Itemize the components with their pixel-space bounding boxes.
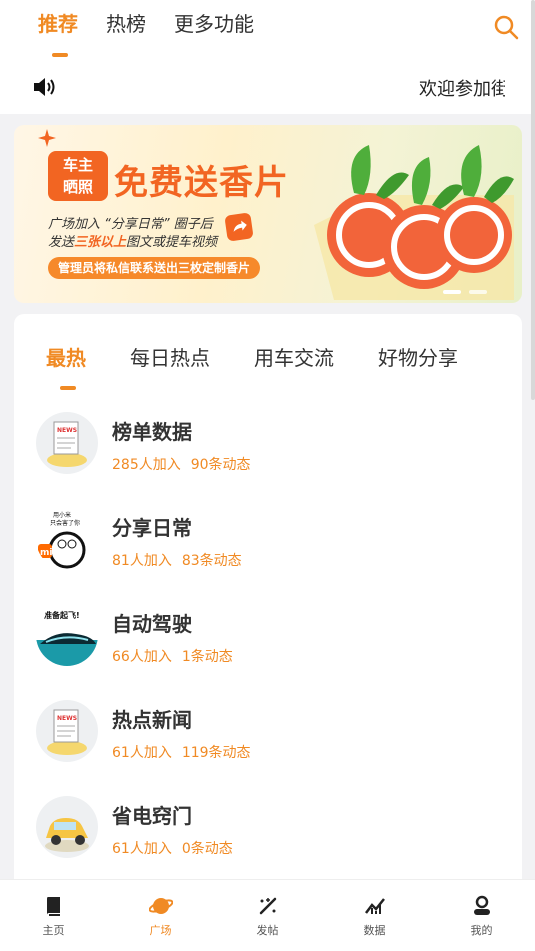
newspaper-icon: NEWS [36, 412, 98, 474]
circles-card: 最热 每日热点 用车交流 好物分享 NEWS 榜单数据 285人加入 90条动态 [14, 314, 522, 951]
notice-bar[interactable]: 欢迎参加街 [0, 68, 535, 106]
circle-name: 分享日常 [112, 516, 192, 540]
circle-stats: 61人加入 119条动态 [112, 742, 261, 762]
newspaper-icon: NEWS [36, 700, 98, 762]
book-icon [46, 897, 60, 916]
post-count: 90条动态 [190, 457, 251, 473]
nav-label: 主页 [42, 924, 65, 937]
circle-name: 榜单数据 [112, 420, 192, 444]
nav-label: 我的 [470, 924, 493, 937]
circle-stats: 81人加入 83条动态 [112, 550, 252, 570]
promo-banner[interactable]: 车主 晒照 免费送香片 广场加入 “分享日常” 圈子后 发送三张以上图文或提车视… [14, 125, 522, 303]
post-count: 83条动态 [181, 553, 242, 569]
circle-stats: 285人加入 90条动态 [112, 454, 261, 474]
member-count: 61人加入 [112, 841, 172, 857]
svg-text:NEWS: NEWS [57, 427, 77, 434]
svg-text:只会害了你: 只会害了你 [50, 519, 80, 527]
share-icon [224, 212, 254, 242]
banner-line2-pre: 发送 [48, 235, 75, 250]
banner-pagination [443, 290, 495, 294]
nav-label: 广场 [149, 924, 172, 937]
scrollbar[interactable] [531, 0, 535, 400]
top-bar: 推荐 热榜 更多功能 欢迎参加街 [0, 0, 535, 114]
top-tabs: 推荐 热榜 更多功能 [38, 8, 282, 37]
banner-line1: 广场加入 “分享日常” 圈子后 [48, 217, 213, 232]
circle-name: 省电窍门 [112, 804, 192, 828]
tab-more-features[interactable]: 更多功能 [174, 8, 254, 37]
sparkle-icon [38, 129, 56, 147]
tab-indicator [52, 53, 68, 57]
nav-label: 发帖 [256, 924, 279, 937]
list-item[interactable]: NEWS 热点新闻 61人加入 119条动态 [14, 688, 522, 784]
speaker-icon [34, 78, 55, 96]
tab-hot-list[interactable]: 热榜 [106, 8, 146, 37]
post-count: 119条动态 [181, 745, 251, 761]
list-item[interactable]: 省电窍门 61人加入 0条动态 [14, 784, 522, 880]
post-count: 0条动态 [181, 841, 233, 857]
circle-stats: 66人加入 1条动态 [112, 646, 243, 666]
search-icon[interactable] [493, 14, 519, 40]
car-icon: 准备起飞! [36, 604, 98, 666]
tab-good-items[interactable]: 好物分享 [378, 342, 458, 371]
post-count: 1条动态 [181, 649, 233, 665]
tab-car-talk[interactable]: 用车交流 [254, 342, 334, 371]
tab-hottest[interactable]: 最热 [46, 342, 86, 371]
nav-post[interactable]: 发帖 [214, 880, 321, 951]
tab-daily-hot[interactable]: 每日热点 [130, 342, 210, 371]
category-tab-indicator [60, 386, 76, 390]
circle-name: 自动驾驶 [112, 612, 192, 636]
orange-fragrance-illustration [314, 145, 514, 300]
nav-label: 数据 [363, 924, 386, 937]
banner-line2-highlight: 三张以上 [74, 235, 127, 250]
svg-text:准备起飞!: 准备起飞! [44, 610, 80, 620]
circle-list: NEWS 榜单数据 285人加入 90条动态 用小米 只会害了你 mi 分享日常… [14, 400, 522, 880]
nav-mine[interactable]: 我的 [428, 880, 535, 951]
list-item[interactable]: 用小米 只会害了你 mi 分享日常 81人加入 83条动态 [14, 496, 522, 592]
svg-text:用小米: 用小米 [53, 511, 71, 519]
svg-text:mi: mi [40, 548, 52, 558]
banner-pill: 管理员将私信联系送出三枚定制香片 [48, 257, 261, 279]
member-count: 285人加入 [112, 457, 181, 473]
banner-dot-2[interactable] [469, 290, 487, 294]
banner-badge: 车主 晒照 [48, 151, 108, 201]
member-count: 66人加入 [112, 649, 172, 665]
member-count: 61人加入 [112, 745, 172, 761]
nav-data[interactable]: 数据 [321, 880, 428, 951]
banner-line2-post: 图文或提车视频 [126, 235, 218, 250]
circle-stats: 61人加入 0条动态 [112, 838, 243, 858]
list-item[interactable]: 准备起飞! 自动驾驶 66人加入 1条动态 [14, 592, 522, 688]
banner-dot-1[interactable] [443, 290, 461, 294]
banner-title: 免费送香片 [114, 163, 289, 203]
sparkle-pen-icon [259, 897, 276, 915]
nav-square[interactable]: 广场 [107, 880, 214, 951]
yellow-car-icon [36, 796, 98, 858]
list-item[interactable]: NEWS 榜单数据 285人加入 90条动态 [14, 400, 522, 496]
planet-icon [148, 898, 173, 914]
notice-text: 欢迎参加街 [419, 79, 505, 100]
doraemon-mi-icon: 用小米 只会害了你 mi [36, 508, 98, 570]
banner-line2: 发送三张以上图文或提车视频 [48, 231, 217, 250]
tab-recommend[interactable]: 推荐 [38, 8, 78, 37]
chart-icon [364, 898, 385, 914]
nav-home[interactable]: 主页 [0, 880, 107, 951]
category-tabs: 最热 每日热点 用车交流 好物分享 [46, 342, 502, 371]
circle-name: 热点新闻 [112, 708, 192, 732]
bottom-nav: 主页 广场 发帖 数据 我的 [0, 879, 535, 951]
user-icon [473, 895, 490, 915]
svg-text:NEWS: NEWS [57, 715, 77, 722]
member-count: 81人加入 [112, 553, 172, 569]
